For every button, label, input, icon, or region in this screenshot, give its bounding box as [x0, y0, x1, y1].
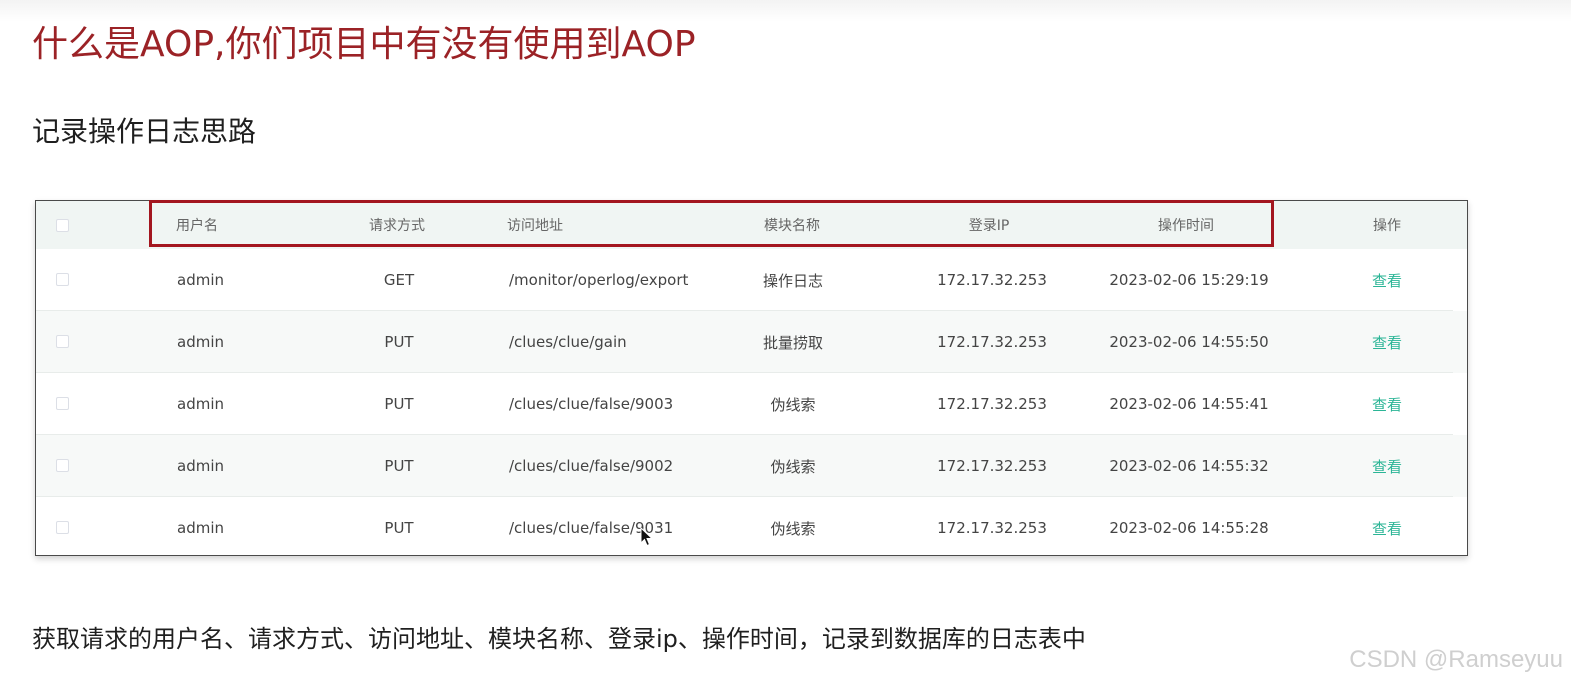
header-time: 操作时间 — [1158, 218, 1214, 234]
summary-text: 获取请求的用户名、请求方式、访问地址、模块名称、登录ip、操作时间，记录到数据库… — [32, 625, 1086, 653]
row-checkbox[interactable] — [56, 397, 69, 410]
cell-url: /monitor/operlog/export — [509, 271, 689, 289]
table-row: admin PUT /clues/clue/gain 批量捞取 172.17.3… — [36, 311, 1467, 373]
section-heading: 记录操作日志思路 — [32, 115, 257, 148]
cell-time: 2023-02-06 15:29:19 — [1109, 271, 1269, 289]
cell-username: admin — [177, 395, 224, 413]
cell-url: /clues/clue/false/9003 — [509, 395, 674, 413]
table-header-row: 用户名 请求方式 访问地址 模块名称 登录IP 操作时间 操作 — [36, 201, 1467, 249]
view-link[interactable]: 查看 — [1357, 435, 1417, 497]
page-title: 什么是AOP,你们项目中有没有使用到AOP — [32, 24, 696, 65]
cell-module: 伪线索 — [770, 519, 816, 538]
cell-ip: 172.17.32.253 — [937, 271, 1047, 289]
cell-ip: 172.17.32.253 — [937, 519, 1047, 537]
view-link[interactable]: 查看 — [1357, 311, 1417, 373]
operation-log-table: 用户名 请求方式 访问地址 模块名称 登录IP 操作时间 操作 admin GE… — [35, 200, 1468, 556]
cell-method: PUT — [384, 457, 414, 475]
cell-module: 操作日志 — [762, 271, 823, 290]
table-row: admin PUT /clues/clue/false/9031 伪线索 172… — [36, 497, 1467, 559]
watermark: CSDN @Ramseyuu — [1349, 646, 1563, 673]
cell-module: 伪线索 — [770, 457, 816, 476]
header-ip: 登录IP — [968, 218, 1010, 234]
cell-time: 2023-02-06 14:55:50 — [1109, 333, 1269, 351]
cell-time: 2023-02-06 14:55:41 — [1109, 395, 1269, 413]
header-username: 用户名 — [176, 218, 218, 234]
header-module: 模块名称 — [764, 218, 820, 234]
cell-method: PUT — [384, 519, 414, 537]
table-row: admin GET /monitor/operlog/export 操作日志 1… — [36, 249, 1467, 311]
cell-username: admin — [177, 333, 224, 351]
cell-time: 2023-02-06 14:55:28 — [1109, 519, 1269, 537]
cell-method: PUT — [384, 395, 414, 413]
cell-url: /clues/clue/false/9002 — [509, 457, 674, 475]
cell-ip: 172.17.32.253 — [937, 395, 1047, 413]
cell-url: /clues/clue/gain — [509, 333, 627, 351]
header-method: 请求方式 — [369, 218, 425, 234]
row-checkbox[interactable] — [56, 335, 69, 348]
select-all-checkbox[interactable] — [56, 219, 69, 232]
table-row: admin PUT /clues/clue/false/9002 伪线索 172… — [36, 435, 1467, 497]
header-action: 操作 — [1373, 218, 1401, 234]
row-checkbox[interactable] — [56, 459, 69, 472]
table-row: admin PUT /clues/clue/false/9003 伪线索 172… — [36, 373, 1467, 435]
header-url: 访问地址 — [507, 218, 563, 234]
cell-ip: 172.17.32.253 — [937, 457, 1047, 475]
row-checkbox[interactable] — [56, 273, 69, 286]
cell-username: admin — [177, 271, 224, 289]
cell-username: admin — [177, 457, 224, 475]
view-link[interactable]: 查看 — [1357, 373, 1417, 435]
cell-ip: 172.17.32.253 — [937, 333, 1047, 351]
mouse-pointer-icon — [640, 527, 654, 547]
cell-method: PUT — [384, 333, 414, 351]
cell-username: admin — [177, 519, 224, 537]
cell-module: 批量捞取 — [762, 333, 823, 352]
cell-method: GET — [383, 271, 415, 289]
top-bar — [0, 0, 1571, 22]
row-checkbox[interactable] — [56, 521, 69, 534]
cell-module: 伪线索 — [770, 395, 816, 414]
view-link[interactable]: 查看 — [1357, 249, 1417, 311]
cell-time: 2023-02-06 14:55:32 — [1109, 457, 1269, 475]
view-link[interactable]: 查看 — [1357, 497, 1417, 559]
